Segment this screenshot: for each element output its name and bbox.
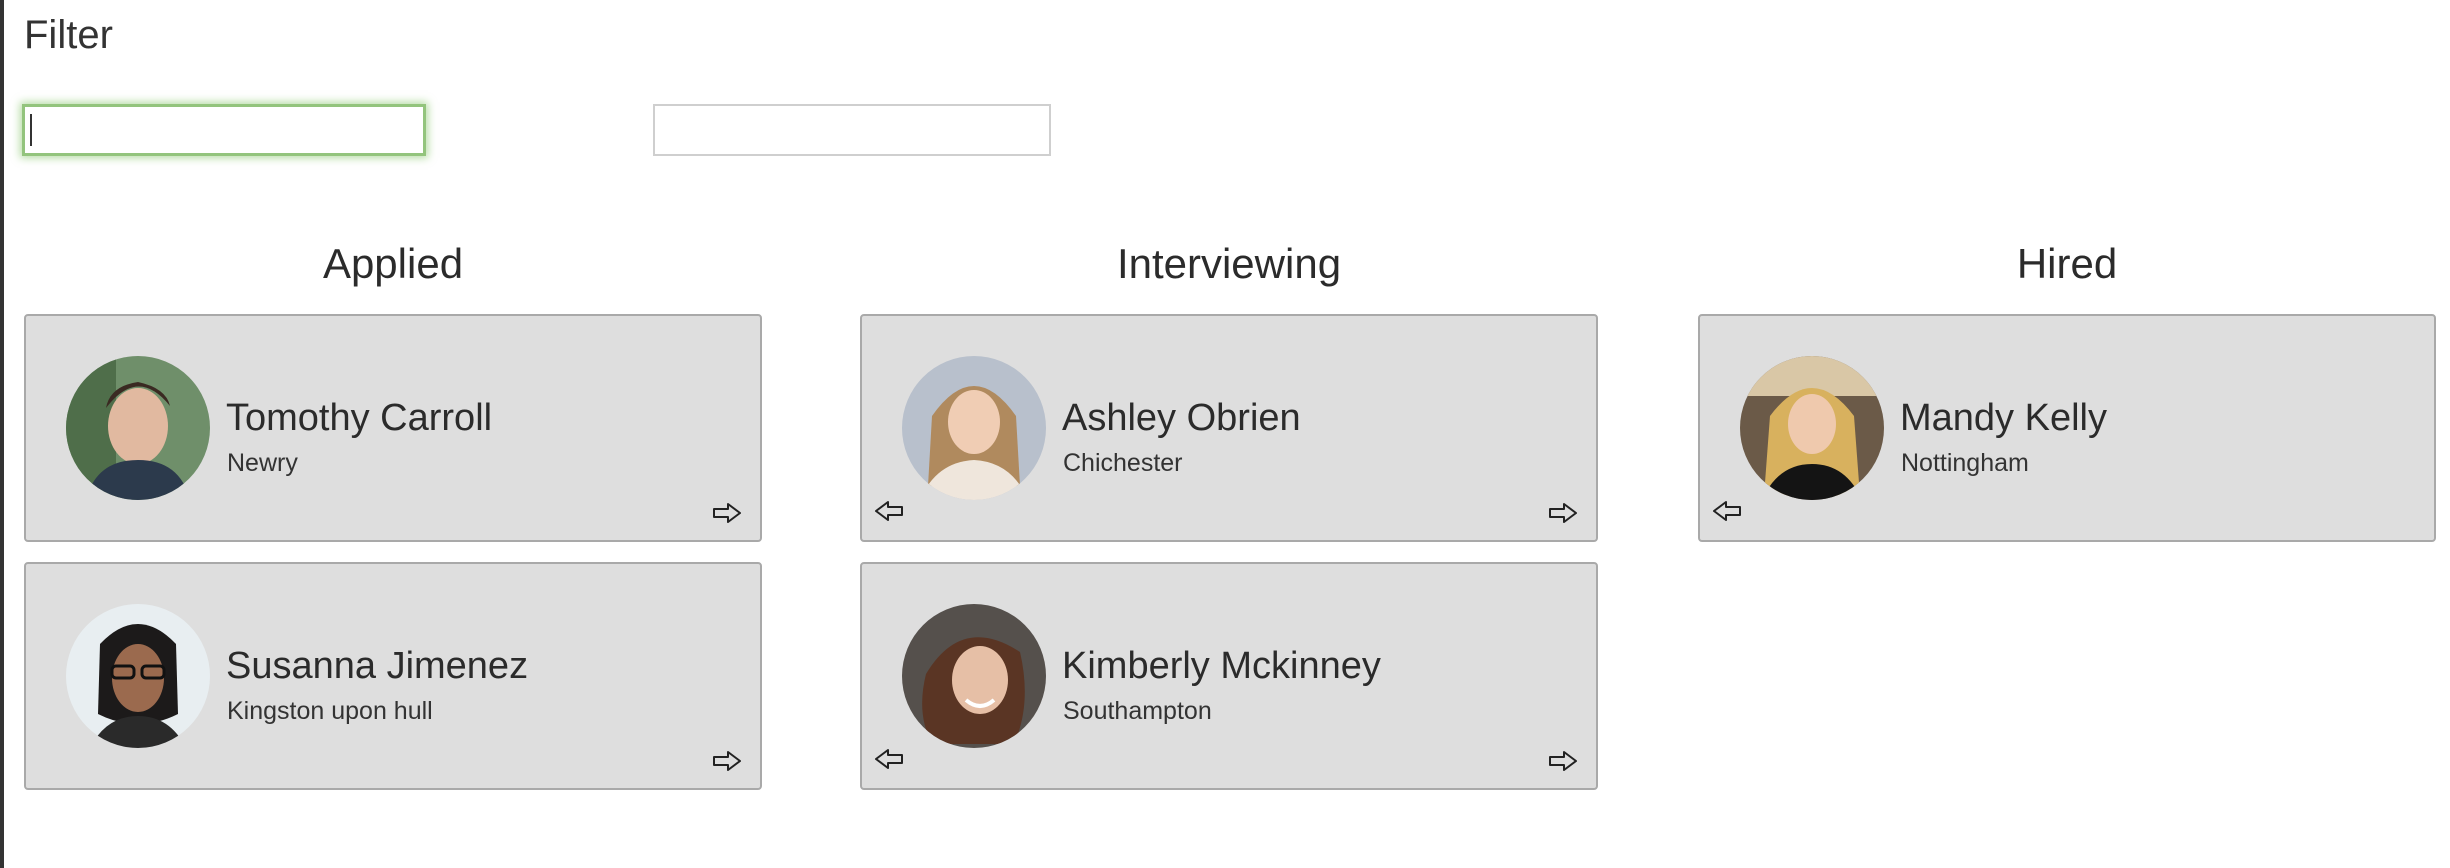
person-photo-icon xyxy=(66,604,210,748)
move-left-arrow-icon[interactable] xyxy=(874,748,904,770)
avatar xyxy=(66,604,210,748)
candidate-name: Mandy Kelly xyxy=(1900,397,2107,439)
move-right-arrow-icon[interactable] xyxy=(712,502,742,524)
person-photo-icon xyxy=(902,356,1046,500)
person-photo-icon xyxy=(1740,356,1884,500)
candidate-city: Newry xyxy=(227,449,298,477)
move-left-arrow-icon[interactable] xyxy=(874,500,904,522)
column-hired: Hired Mandy Kelly Nottingham xyxy=(1698,230,2436,562)
move-right-arrow-icon[interactable] xyxy=(1548,502,1578,524)
column-applied: Applied Tomothy Carroll Newry Susanna Ji… xyxy=(24,230,762,810)
candidate-card[interactable]: Susanna Jimenez Kingston upon hull xyxy=(24,562,762,790)
avatar xyxy=(902,604,1046,748)
move-right-arrow-icon[interactable] xyxy=(712,750,742,772)
text-caret xyxy=(30,114,32,146)
avatar xyxy=(66,356,210,500)
candidate-card[interactable]: Kimberly Mckinney Southampton xyxy=(860,562,1598,790)
move-left-arrow-icon[interactable] xyxy=(1712,500,1742,522)
city-filter-input[interactable] xyxy=(653,104,1051,156)
person-photo-icon xyxy=(902,604,1046,748)
candidate-city: Kingston upon hull xyxy=(227,697,433,725)
kanban-board-page: Filter Applied Tomothy Carroll Newry Sus… xyxy=(0,0,2450,868)
candidate-card[interactable]: Ashley Obrien Chichester xyxy=(860,314,1598,542)
column-interviewing: Interviewing Ashley Obrien Chichester Ki… xyxy=(860,230,1598,810)
filter-heading: Filter xyxy=(24,13,113,57)
window-edge xyxy=(0,0,4,868)
avatar xyxy=(1740,356,1884,500)
candidate-city: Southampton xyxy=(1063,697,1212,725)
candidate-name: Susanna Jimenez xyxy=(226,645,529,687)
candidate-name: Kimberly Mckinney xyxy=(1062,645,1381,687)
avatar xyxy=(902,356,1046,500)
candidate-card[interactable]: Mandy Kelly Nottingham xyxy=(1698,314,2436,542)
column-title-interviewing: Interviewing xyxy=(1116,240,1342,287)
candidate-city: Nottingham xyxy=(1901,449,2029,477)
candidate-name: Tomothy Carroll xyxy=(226,397,493,439)
candidate-city: Chichester xyxy=(1063,449,1183,477)
column-title-applied: Applied xyxy=(322,240,464,287)
move-right-arrow-icon[interactable] xyxy=(1548,750,1578,772)
name-filter-input[interactable] xyxy=(22,104,426,156)
column-title-hired: Hired xyxy=(2016,240,2118,287)
person-photo-icon xyxy=(66,356,210,500)
candidate-card[interactable]: Tomothy Carroll Newry xyxy=(24,314,762,542)
candidate-name: Ashley Obrien xyxy=(1062,397,1301,439)
